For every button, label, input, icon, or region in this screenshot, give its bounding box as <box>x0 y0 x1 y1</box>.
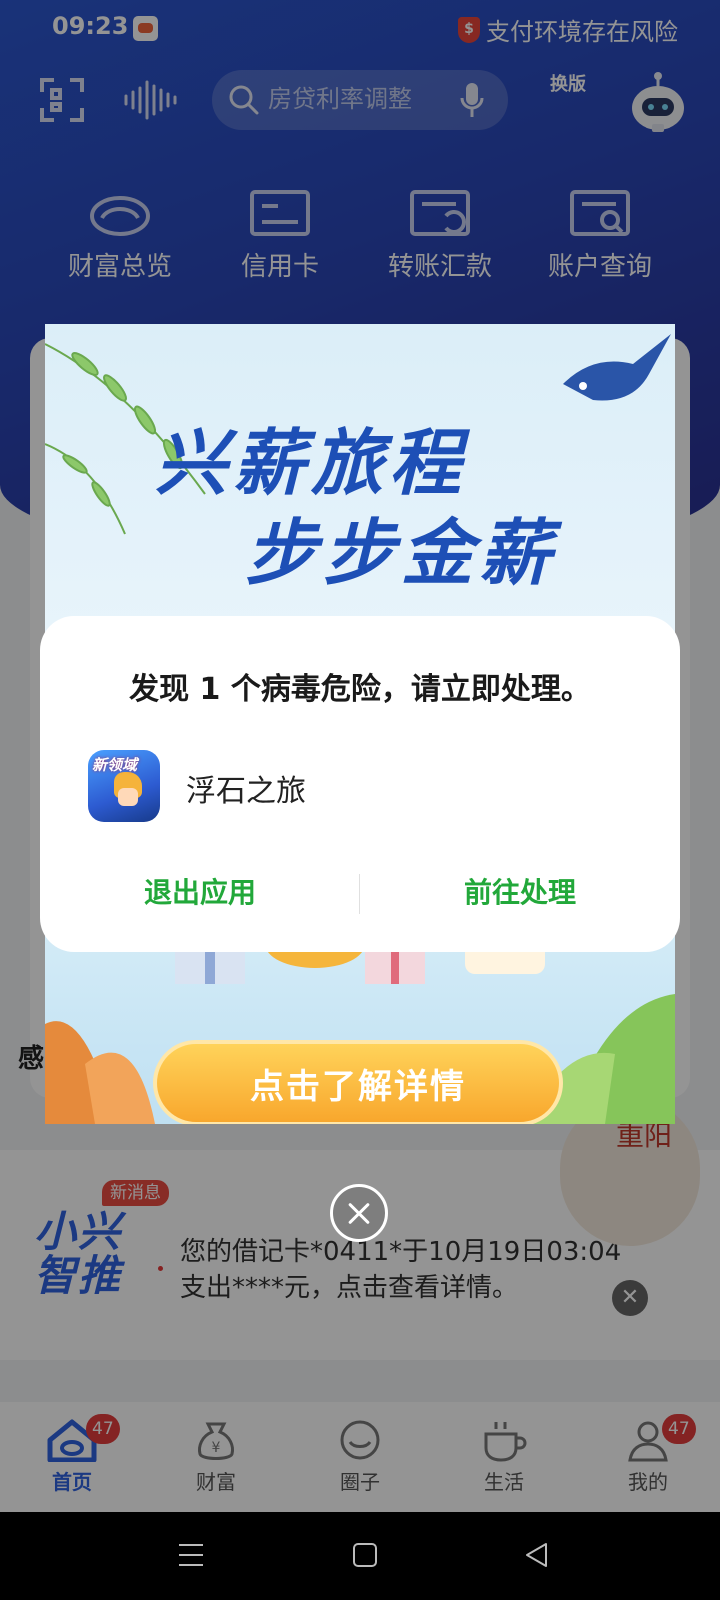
swallow-bird-decoration <box>563 334 671 401</box>
character-face-shape <box>118 788 138 806</box>
dialog-title: 发现 1 个病毒危险，请立即处理。 <box>129 672 591 707</box>
promo-details-button[interactable]: 点击了解详情 <box>153 1040 563 1124</box>
go-handle-button[interactable]: 前往处理 <box>360 860 680 926</box>
virus-warning-dialog: 发现 1 个病毒危险，请立即处理。 新领域 浮石之旅 退出应用 前往处理 <box>40 616 680 952</box>
exit-app-button[interactable]: 退出应用 <box>40 860 360 926</box>
close-icon[interactable] <box>330 1184 388 1242</box>
menu-icon[interactable] <box>178 1542 204 1568</box>
game-app-icon: 新领域 <box>88 750 160 822</box>
back-triangle-icon[interactable] <box>524 1542 550 1568</box>
home-square-icon[interactable] <box>352 1542 378 1568</box>
system-nav-bar <box>0 1512 720 1600</box>
app-name: 浮石之旅 <box>186 774 306 809</box>
app-icon-text: 新领域 <box>92 756 138 774</box>
promo-title-line2: 步步金薪 <box>245 511 558 595</box>
